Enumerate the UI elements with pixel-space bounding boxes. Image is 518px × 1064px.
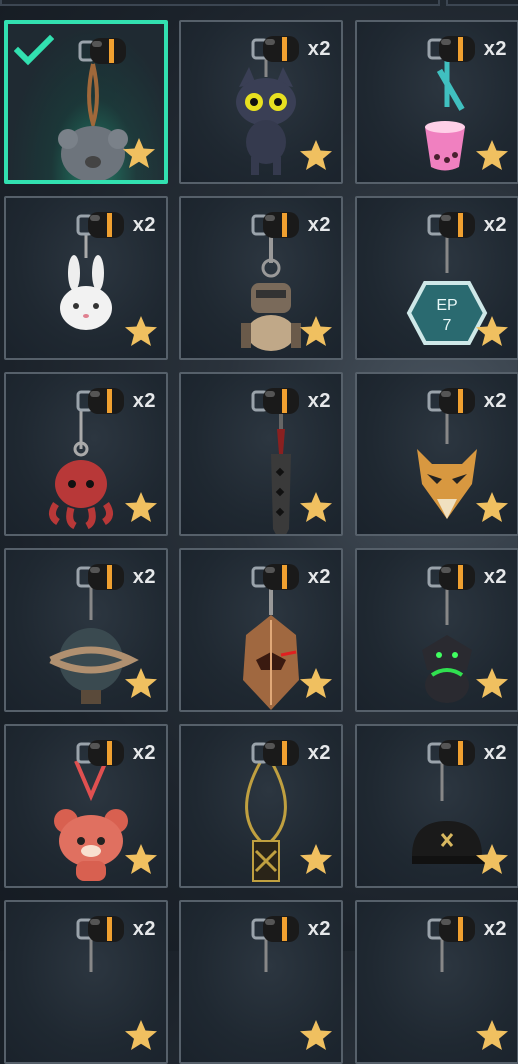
buddy-tile[interactable]: x2 — [355, 20, 518, 184]
favorite-star-icon[interactable] — [124, 1018, 158, 1052]
checkmark-icon — [13, 34, 55, 66]
clip-icon — [425, 558, 485, 598]
clip-icon — [249, 30, 309, 70]
buddy-collection-grid: x2 x2 x2 x2 EP 7 x2 x2 x2 x2 x2 x2 x2 x2… — [0, 0, 518, 1064]
clip-icon — [249, 382, 309, 422]
favorite-star-icon[interactable] — [124, 666, 158, 700]
buddy-tile[interactable]: x2 — [4, 548, 168, 712]
clip-icon — [425, 206, 485, 246]
buddy-tile[interactable]: x2 — [179, 548, 343, 712]
favorite-star-icon[interactable] — [299, 138, 333, 172]
favorite-star-icon[interactable] — [299, 490, 333, 524]
buddy-tile[interactable]: x2 — [4, 724, 168, 888]
svg-text:EP: EP — [436, 297, 457, 314]
quantity-label: x2 — [132, 566, 156, 588]
favorite-star-icon[interactable] — [475, 1018, 509, 1052]
favorite-star-icon[interactable] — [475, 314, 509, 348]
buddy-tile[interactable]: x2 — [355, 372, 518, 536]
quantity-label: x2 — [483, 566, 507, 588]
buddy-tile[interactable]: x2 — [4, 196, 168, 360]
clip-icon — [74, 382, 134, 422]
favorite-star-icon[interactable] — [124, 314, 158, 348]
clip-icon — [74, 910, 134, 950]
clip-icon — [425, 734, 485, 774]
quantity-label: x2 — [307, 566, 331, 588]
buddy-tile[interactable]: x2 — [179, 724, 343, 888]
buddy-tile[interactable]: x2 — [4, 900, 168, 1064]
quantity-label: x2 — [307, 390, 331, 412]
buddy-tile[interactable]: x2 — [179, 900, 343, 1064]
buddy-tile[interactable]: EP 7 x2 — [355, 196, 518, 360]
quantity-label: x2 — [132, 390, 156, 412]
buddy-tile[interactable]: x2 — [4, 372, 168, 536]
clip-icon — [425, 30, 485, 70]
quantity-label: x2 — [132, 742, 156, 764]
quantity-label: x2 — [132, 214, 156, 236]
buddy-tile[interactable]: x2 — [355, 548, 518, 712]
buddy-tile[interactable]: x2 — [355, 900, 518, 1064]
favorite-star-icon[interactable] — [475, 666, 509, 700]
quantity-label: x2 — [132, 918, 156, 940]
quantity-label: x2 — [483, 390, 507, 412]
clip-icon — [74, 206, 134, 246]
clip-icon — [249, 558, 309, 598]
buddy-tile[interactable]: x2 — [355, 724, 518, 888]
quantity-label: x2 — [483, 38, 507, 60]
favorite-star-icon[interactable] — [475, 138, 509, 172]
quantity-label: x2 — [307, 214, 331, 236]
clip-icon — [74, 734, 134, 774]
clip-icon — [74, 558, 134, 598]
quantity-label: x2 — [307, 918, 331, 940]
favorite-star-icon[interactable] — [124, 490, 158, 524]
buddy-tile[interactable]: x2 — [179, 196, 343, 360]
svg-text:7: 7 — [443, 317, 452, 334]
favorite-star-icon[interactable] — [299, 842, 333, 876]
quantity-label: x2 — [483, 214, 507, 236]
favorite-star-icon[interactable] — [475, 490, 509, 524]
quantity-label: x2 — [307, 38, 331, 60]
favorite-star-icon[interactable] — [299, 666, 333, 700]
clip-icon — [425, 382, 485, 422]
favorite-star-icon[interactable] — [124, 842, 158, 876]
quantity-label: x2 — [483, 742, 507, 764]
favorite-star-icon[interactable] — [475, 842, 509, 876]
quantity-label: x2 — [307, 742, 331, 764]
favorite-star-icon[interactable] — [299, 314, 333, 348]
buddy-tile[interactable] — [4, 20, 168, 184]
buddy-tile[interactable]: x2 — [179, 20, 343, 184]
clip-icon — [425, 910, 485, 950]
clip-icon — [249, 910, 309, 950]
buddy-tile[interactable]: x2 — [179, 372, 343, 536]
favorite-star-icon[interactable] — [299, 1018, 333, 1052]
clip-icon — [249, 206, 309, 246]
quantity-label: x2 — [483, 918, 507, 940]
clip-icon — [76, 32, 136, 72]
favorite-star-icon[interactable] — [122, 136, 156, 170]
clip-icon — [249, 734, 309, 774]
